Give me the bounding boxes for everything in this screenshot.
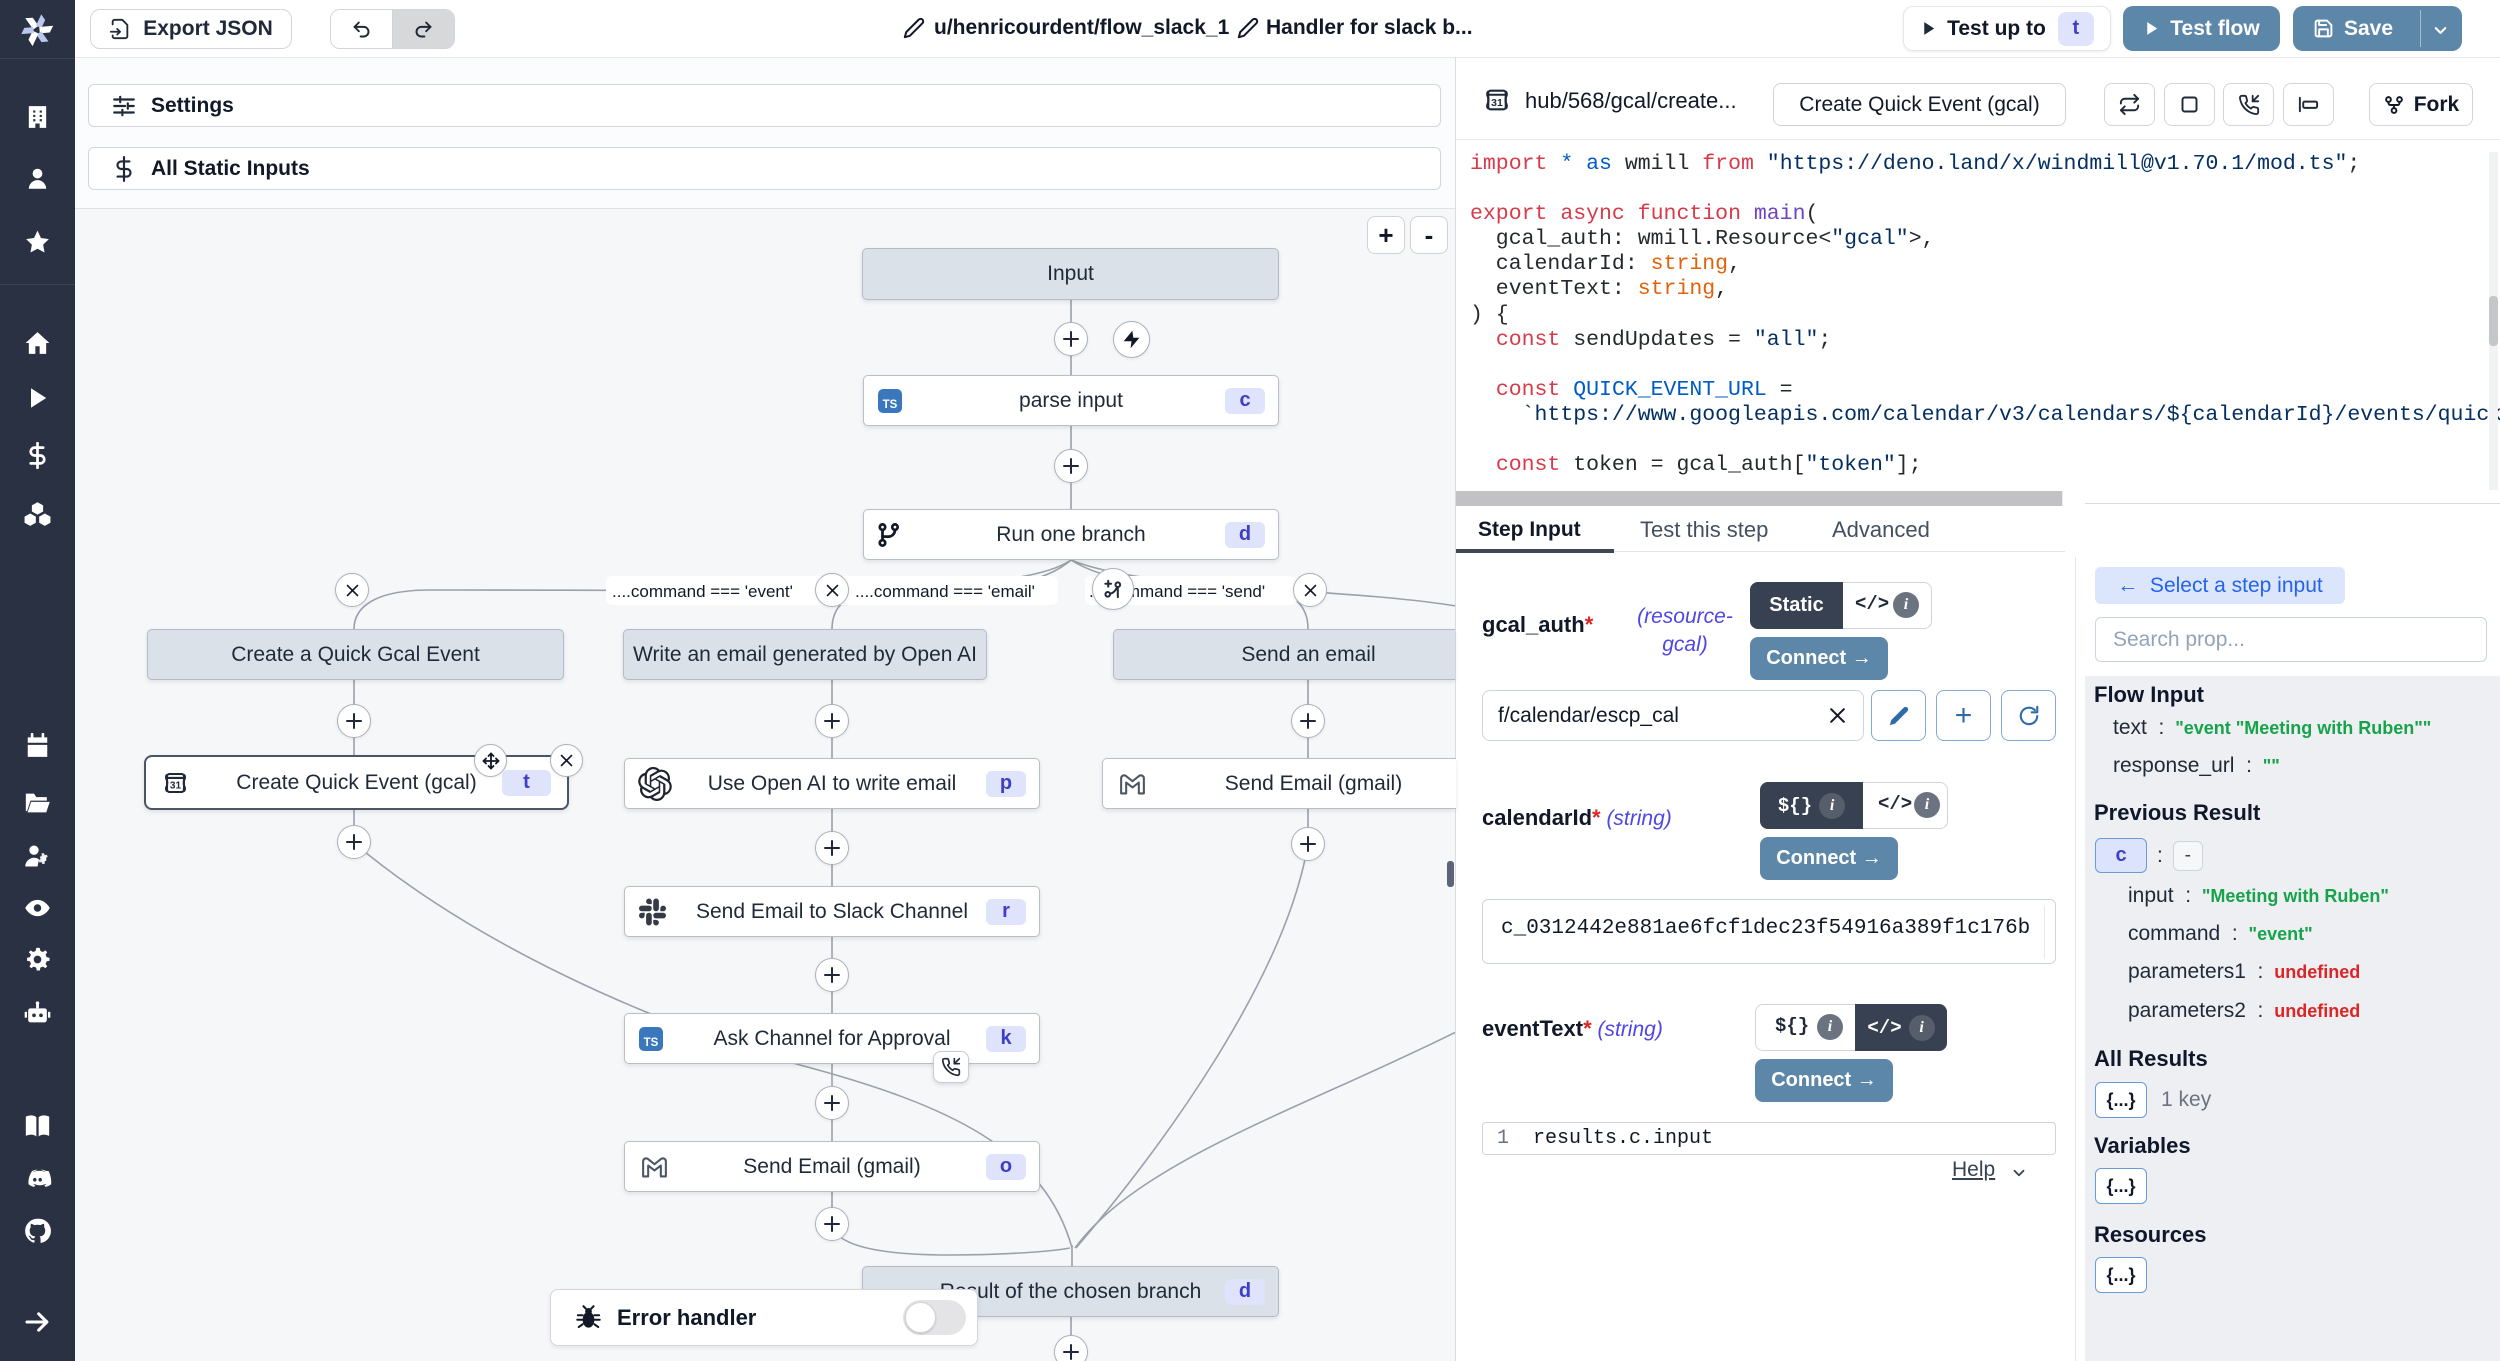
- svg-text:31: 31: [1491, 97, 1503, 109]
- svg-text:31: 31: [170, 780, 182, 791]
